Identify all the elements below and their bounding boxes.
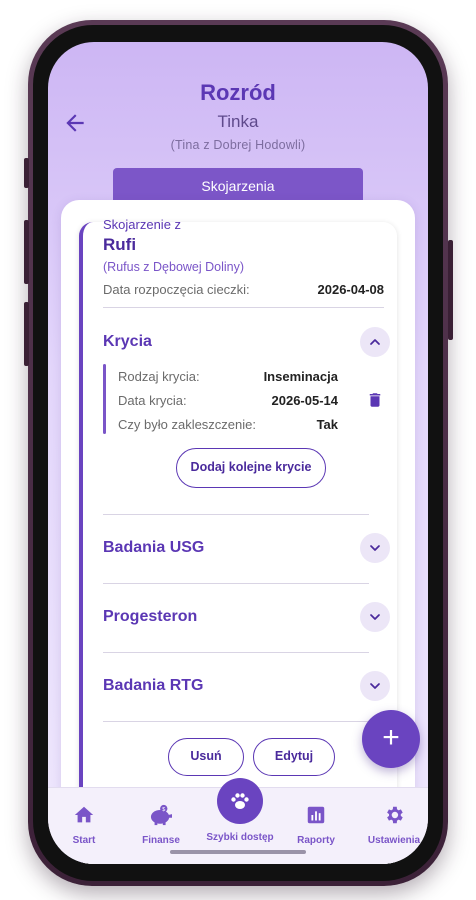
- piggy-bank-icon: $: [150, 804, 172, 826]
- power-button: [448, 240, 453, 340]
- nav-label-finances: Finanse: [142, 835, 180, 846]
- section-title-matings: Krycia: [103, 333, 152, 350]
- section-title-usg: Badania USG: [103, 539, 205, 556]
- partner-name: Rufi: [103, 235, 137, 254]
- nav-label-reports: Raporty: [297, 835, 335, 846]
- tie-label: Czy było zakleszczenie:: [118, 417, 256, 432]
- divider: [103, 307, 384, 308]
- edit-button[interactable]: Edytuj: [253, 738, 335, 776]
- dog-full-name: (Tina z Dobrej Hodowli): [170, 138, 306, 152]
- nav-item-start[interactable]: Start: [49, 804, 119, 846]
- paw-icon: [231, 793, 249, 809]
- page-title: Rozród: [200, 80, 276, 105]
- nav-item-settings[interactable]: Ustawienia: [359, 804, 428, 846]
- tie-value: Tak: [316, 417, 338, 432]
- home-indicator[interactable]: [170, 850, 306, 854]
- gear-icon: [387, 806, 403, 824]
- chevron-down-icon: [370, 614, 380, 620]
- expand-progesterone-button[interactable]: [360, 602, 390, 632]
- mating-entry-bar: [103, 364, 106, 434]
- add-fab-button[interactable]: +: [362, 710, 420, 768]
- home-icon: [74, 806, 94, 823]
- app-screen: Rozród Tinka (Tina z Dobrej Hodowli) Sko…: [48, 42, 428, 864]
- chevron-up-icon: [370, 339, 380, 345]
- section-title-progesterone: Progesteron: [103, 608, 198, 625]
- delete-button[interactable]: Usuń: [168, 738, 244, 776]
- mating-date-value: 2026-05-14: [271, 393, 339, 408]
- chart-icon: [307, 806, 325, 824]
- mating-date-label: Data krycia:: [118, 393, 187, 408]
- chevron-down-icon: [370, 683, 380, 689]
- section-title-rtg: Badania RTG: [103, 677, 204, 694]
- heat-start-value: 2026-04-08: [317, 282, 385, 297]
- nav-item-reports[interactable]: Raporty: [281, 804, 351, 846]
- divider: [103, 583, 369, 584]
- divider: [103, 721, 369, 722]
- chevron-down-icon: [370, 545, 380, 551]
- quick-access-button[interactable]: [217, 778, 263, 824]
- mating-type-label: Rodzaj krycia:: [118, 369, 200, 384]
- partner-full-name: (Rufus z Dębowej Doliny): [103, 260, 245, 274]
- nav-label-settings: Ustawienia: [367, 835, 421, 846]
- collapse-matings-button[interactable]: [360, 327, 390, 357]
- nav-item-finances[interactable]: $ Finanse: [126, 804, 196, 846]
- svg-text:$: $: [162, 807, 165, 813]
- volume-up-button: [24, 220, 29, 284]
- nav-item-quick-access[interactable]: Szybki dostęp: [205, 828, 275, 843]
- divider: [103, 652, 369, 653]
- add-mating-button[interactable]: Dodaj kolejne krycie: [176, 448, 326, 488]
- nav-label-quick-access: Szybki dostęp: [206, 832, 274, 843]
- expand-usg-button[interactable]: [360, 533, 390, 563]
- volume-button: [24, 158, 29, 188]
- volume-down-button: [24, 302, 29, 366]
- dog-name: Tinka: [217, 112, 259, 131]
- nav-label-start: Start: [72, 835, 96, 846]
- pairing-heading: Skojarzenie z: [103, 217, 182, 232]
- trash-icon[interactable]: [366, 390, 384, 410]
- mating-type-value: Inseminacja: [263, 369, 338, 384]
- divider: [103, 514, 369, 515]
- expand-rtg-button[interactable]: [360, 671, 390, 701]
- tab-pairings[interactable]: Skojarzenia: [113, 168, 363, 204]
- heat-start-label: Data rozpoczęcia cieczki:: [103, 282, 250, 297]
